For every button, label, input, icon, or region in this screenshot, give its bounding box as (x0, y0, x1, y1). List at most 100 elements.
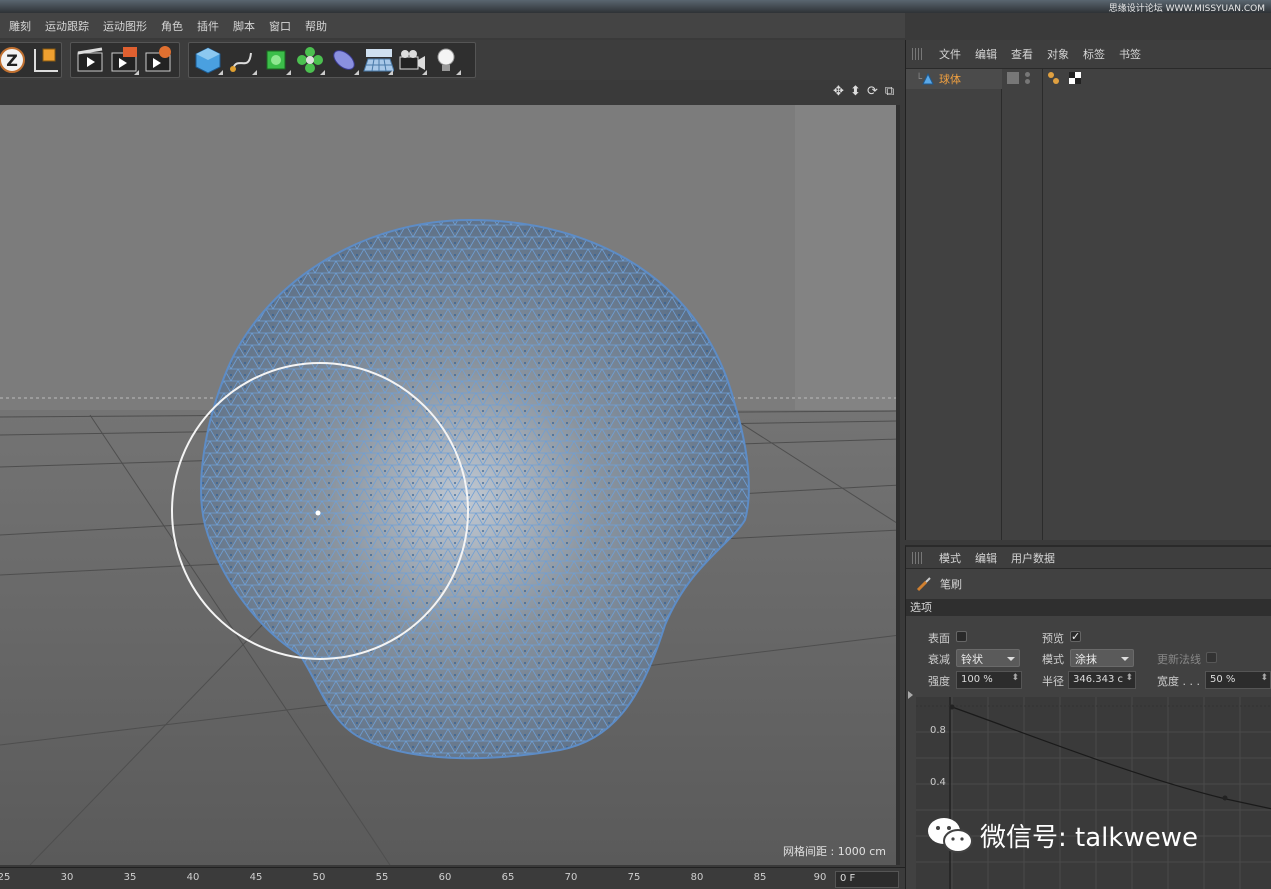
object-tools (188, 42, 476, 78)
spline-pen-button[interactable] (226, 44, 258, 76)
wechat-id-text: 微信号: talkwewe (980, 822, 1198, 853)
menu-mograph[interactable]: 运动图形 (103, 18, 147, 34)
mode-dropdown[interactable]: 涂抹 (1070, 649, 1134, 667)
strength-field[interactable]: 100 % (956, 671, 1022, 689)
strength-label: 强度 (928, 675, 950, 688)
tick-label: 85 (753, 872, 767, 883)
om-menu-objects[interactable]: 对象 (1047, 46, 1069, 62)
tick-label: 65 (501, 872, 515, 883)
object-manager: 文件 编辑 查看 对象 标签 书签 └ 球体 (905, 40, 1271, 540)
om-menu-bookmarks[interactable]: 书签 (1119, 46, 1141, 62)
menu-script[interactable]: 脚本 (233, 18, 255, 34)
menu-motion-tracking[interactable]: 运动跟踪 (45, 18, 89, 34)
render-tools (70, 42, 180, 78)
main-toolbar: Z (0, 40, 905, 80)
brush-tool-icon (916, 577, 931, 592)
menu-window[interactable]: 窗口 (269, 18, 291, 34)
sculpted-sphere (200, 218, 750, 760)
pan-icon[interactable]: ✥ (831, 84, 846, 99)
surface-label: 表面 (928, 632, 950, 645)
viewport-scene (0, 105, 896, 865)
object-row-sphere[interactable]: └ 球体 (906, 69, 1002, 89)
timeline[interactable]: 25 30 35 40 45 50 55 60 65 70 75 80 85 9… (0, 867, 905, 889)
subdivision-surface-button[interactable] (260, 44, 292, 76)
om-menu-tags[interactable]: 标签 (1083, 46, 1105, 62)
timeline-ticks: 25 30 35 40 45 50 55 60 65 70 75 80 85 9… (0, 868, 830, 889)
render-visibility-dot-icon[interactable] (1025, 79, 1030, 84)
tick-label: 55 (375, 872, 389, 883)
am-menu-edit[interactable]: 编辑 (975, 550, 997, 566)
radius-label: 半径 (1042, 675, 1064, 688)
graph-label-08: 0.8 (930, 725, 946, 736)
object-visibility-column (1003, 69, 1043, 540)
current-frame-field[interactable]: 0 F (835, 871, 899, 888)
preview-checkbox[interactable]: ✓ (1070, 631, 1081, 642)
coord-tools: Z (0, 42, 62, 78)
object-list: └ 球体 (906, 69, 1271, 540)
render-settings-button[interactable] (142, 44, 174, 76)
surface-checkbox[interactable] (956, 631, 967, 642)
preview-label: 预览 (1042, 632, 1064, 645)
wechat-logo-icon (928, 818, 973, 853)
menu-bar: 雕刻 运动跟踪 运动图形 角色 插件 脚本 窗口 帮助 (0, 13, 905, 38)
falloff-curve-graph[interactable]: 0.8 0.4 (916, 697, 1271, 889)
am-menu-user-data[interactable]: 用户数据 (1011, 550, 1055, 566)
update-normals-checkbox[interactable] (1206, 652, 1217, 663)
coordinate-system-icon (34, 48, 58, 72)
object-name: 球体 (939, 73, 962, 86)
polygon-object-icon (922, 73, 934, 85)
viewport-header: ✥ ⬍ ⟳ ⧉ (0, 80, 905, 105)
expand-arrow-icon[interactable] (908, 691, 913, 699)
tick-label: 60 (438, 872, 452, 883)
am-menu-mode[interactable]: 模式 (939, 550, 961, 566)
update-normals-label: 更新法线 (1157, 653, 1201, 666)
tool-name: 笔刷 (940, 578, 962, 591)
falloff-dropdown[interactable]: 铃状 (956, 649, 1020, 667)
panel-grip-icon[interactable] (912, 48, 924, 60)
tick-label: 70 (564, 872, 578, 883)
world-coords-button[interactable] (30, 44, 60, 76)
z-axis-button[interactable]: Z (0, 44, 28, 76)
menu-sculpt[interactable]: 雕刻 (9, 18, 31, 34)
tick-label: 35 (123, 872, 137, 883)
layer-icon[interactable] (1007, 72, 1019, 84)
tool-header: 笔刷 (906, 569, 1271, 599)
width-field[interactable]: 50 % (1205, 671, 1271, 689)
array-button[interactable] (294, 44, 326, 76)
menu-help[interactable]: 帮助 (305, 18, 327, 34)
grid-spacing-label: 网格间距 : 1000 cm (783, 845, 886, 858)
light-button[interactable] (430, 44, 462, 76)
options-section-title: 选项 (906, 599, 1271, 616)
3d-viewport[interactable]: 网格间距 : 1000 cm (0, 105, 900, 865)
floor-button[interactable] (362, 44, 394, 76)
tick-label: 75 (627, 872, 641, 883)
options-row-3: 强度 100 % 半径 346.343 c 宽度 . . . 50 % (906, 670, 1271, 690)
render-picture-viewer-button[interactable] (108, 44, 140, 76)
om-menu-view[interactable]: 查看 (1011, 46, 1033, 62)
mode-label: 模式 (1042, 653, 1064, 666)
om-menu-edit[interactable]: 编辑 (975, 46, 997, 62)
rotate-icon[interactable]: ⟳ (865, 84, 880, 99)
panel-grip-icon[interactable] (912, 551, 924, 564)
maximize-icon[interactable]: ⧉ (882, 84, 897, 99)
render-view-button[interactable] (74, 44, 106, 76)
menu-character[interactable]: 角色 (161, 18, 183, 34)
tick-label: 25 (0, 872, 11, 883)
clapboard-icon (77, 47, 103, 72)
menu-plugins[interactable]: 插件 (197, 18, 219, 34)
tick-label: 90 (813, 872, 827, 883)
clapboard-gear-icon (145, 46, 171, 72)
top-strip: 思缘设计论坛 WWW.MISSYUAN.COM (0, 0, 1271, 14)
brush-center-point (315, 510, 321, 516)
cube-button[interactable] (192, 44, 224, 76)
falloff-label: 衰减 (928, 653, 950, 666)
camera-button[interactable] (396, 44, 428, 76)
deformer-button[interactable] (328, 44, 360, 76)
attribute-manager: 模式 编辑 用户数据 笔刷 选项 表面 预览 ✓ 衰减 铃状 模式 涂抹 更新法… (905, 545, 1271, 889)
object-tags (1047, 71, 1083, 88)
dolly-icon[interactable]: ⬍ (848, 84, 863, 99)
radius-field[interactable]: 346.343 c (1068, 671, 1136, 689)
svg-text:Z: Z (6, 51, 18, 70)
editor-visibility-dot-icon[interactable] (1025, 72, 1030, 77)
om-menu-file[interactable]: 文件 (939, 46, 961, 62)
